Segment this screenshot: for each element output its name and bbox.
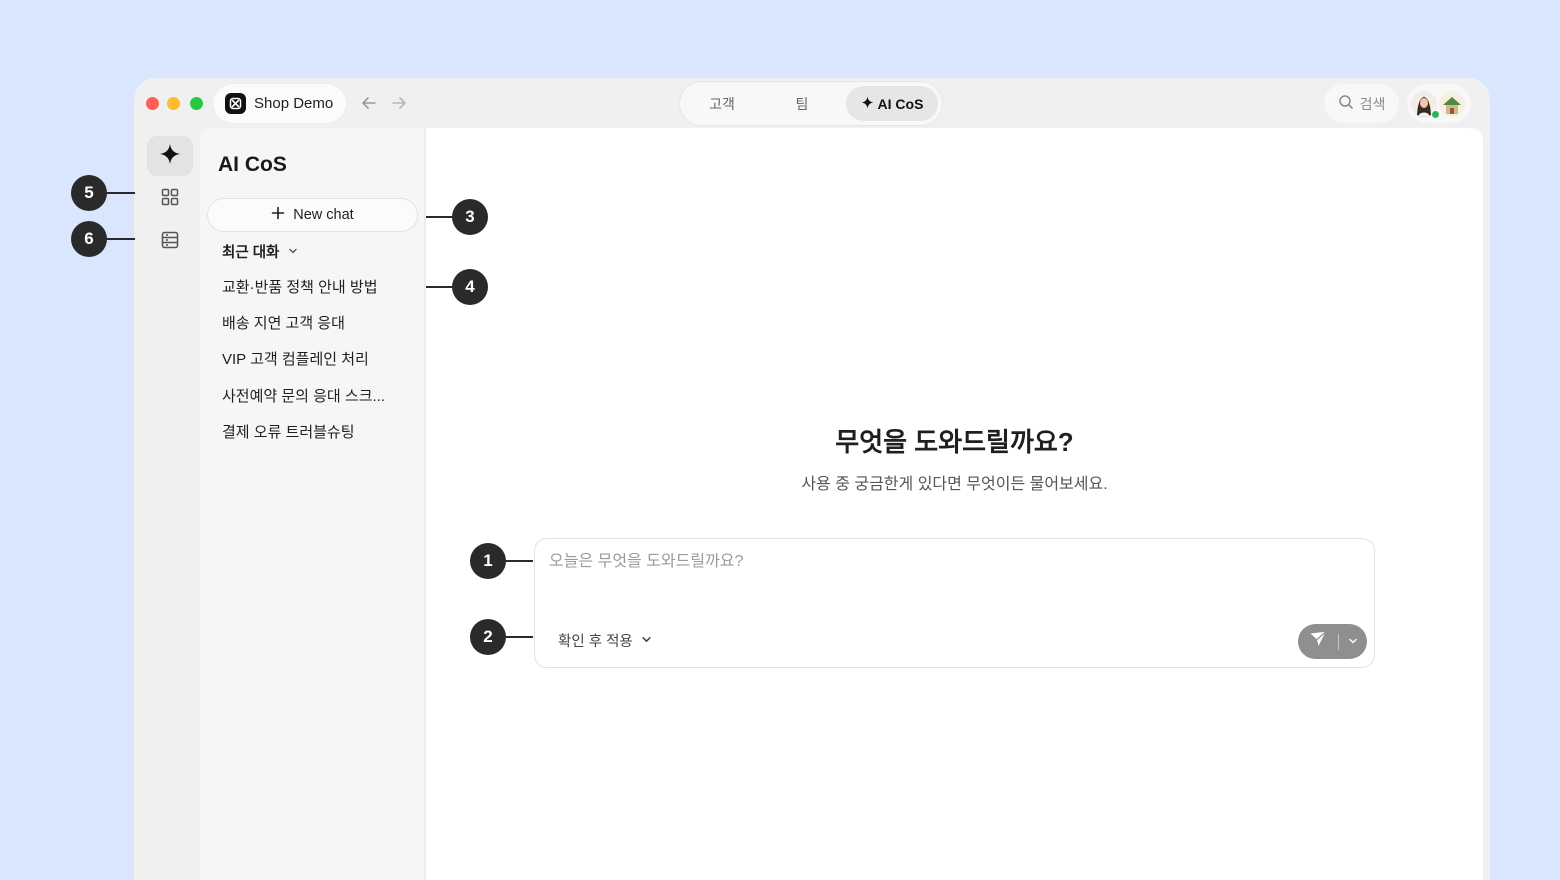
send-button-group: [1298, 624, 1367, 659]
back-arrow-icon[interactable]: [358, 92, 380, 114]
search-icon: [1338, 94, 1354, 113]
title-bar: Shop Demo 고객 팀 AI CoS 검색: [134, 78, 1490, 128]
workspace-switcher[interactable]: Shop Demo: [213, 84, 347, 123]
search-label: 검색: [1359, 95, 1386, 112]
team-avatar: [1439, 91, 1465, 117]
maximize-window-button[interactable]: [190, 97, 203, 110]
grid-icon: [160, 187, 180, 212]
new-chat-label: New chat: [293, 207, 354, 223]
new-chat-button[interactable]: New chat: [207, 198, 418, 232]
close-window-button[interactable]: [146, 97, 159, 110]
chevron-down-icon: [288, 244, 298, 260]
section-label: 최근 대화: [222, 245, 280, 261]
send-icon: [1309, 630, 1327, 653]
tab-label: AI CoS: [877, 95, 924, 112]
callout-leader: [505, 636, 533, 638]
sparkle-icon: [159, 143, 181, 170]
tab-customers[interactable]: 고객: [688, 86, 756, 121]
callout-marker: 6: [71, 221, 107, 257]
search-button[interactable]: 검색: [1324, 84, 1399, 123]
callout-marker: 1: [470, 543, 506, 579]
online-status-dot: [1431, 110, 1440, 119]
chat-sidebar: AI CoS New chat 최근 대화 교환·반품 정책 안내 방법 배송 …: [200, 128, 425, 880]
sparkle-icon: [861, 96, 874, 112]
chat-input[interactable]: [549, 553, 1309, 571]
chevron-down-icon: [641, 633, 652, 649]
apply-mode-label: 확인 후 적용: [558, 634, 633, 650]
sidebar-title: AI CoS: [218, 153, 287, 176]
chat-list-item[interactable]: VIP 고객 컴플레인 처리: [222, 348, 369, 369]
callout-leader: [505, 560, 533, 562]
callout-marker: 3: [452, 199, 488, 235]
rail-list-button[interactable]: [147, 222, 193, 262]
tab-team[interactable]: 팀: [768, 86, 836, 121]
callout-marker: 5: [71, 175, 107, 211]
user-avatars[interactable]: [1407, 84, 1471, 123]
chat-composer: 확인 후 적용: [534, 538, 1375, 668]
tab-ai-cos[interactable]: AI CoS: [846, 86, 938, 121]
main-panel: 무엇을 도와드릴까요? 사용 중 궁금한게 있다면 무엇이든 물어보세요. 확인…: [426, 128, 1483, 880]
apply-mode-select[interactable]: 확인 후 적용: [558, 630, 652, 651]
rail-apps-button[interactable]: [147, 179, 193, 219]
app-window: Shop Demo 고객 팀 AI CoS 검색 AI CoS New chat…: [134, 78, 1490, 880]
app-logo-icon: [225, 93, 246, 114]
app-name: Shop Demo: [254, 95, 334, 112]
chat-list-item[interactable]: 사전예약 문의 응대 스크...: [222, 385, 385, 406]
chat-list-item[interactable]: 배송 지연 고객 응대: [222, 312, 345, 333]
page-title: 무엇을 도와드릴까요?: [835, 427, 1074, 457]
plus-icon: [271, 206, 285, 224]
tab-label: 팀: [795, 95, 809, 112]
top-tab-bar: 고객 팀 AI CoS: [680, 82, 942, 125]
recent-chats-toggle[interactable]: 최근 대화: [222, 241, 298, 262]
page-subtitle: 사용 중 궁금한게 있다면 무엇이든 물어보세요.: [801, 476, 1108, 493]
send-button[interactable]: [1298, 624, 1338, 659]
forward-arrow-icon[interactable]: [388, 92, 410, 114]
tab-label: 고객: [709, 95, 735, 112]
chat-list-item[interactable]: 결제 오류 트러블슈팅: [222, 421, 355, 442]
list-icon: [160, 230, 180, 255]
chat-list-item[interactable]: 교환·반품 정책 안내 방법: [222, 276, 378, 297]
callout-marker: 2: [470, 619, 506, 655]
rail-ai-cos-button[interactable]: [147, 136, 193, 176]
chevron-down-icon: [1348, 633, 1358, 651]
callout-marker: 4: [452, 269, 488, 305]
minimize-window-button[interactable]: [167, 97, 180, 110]
send-options-button[interactable]: [1339, 624, 1367, 659]
